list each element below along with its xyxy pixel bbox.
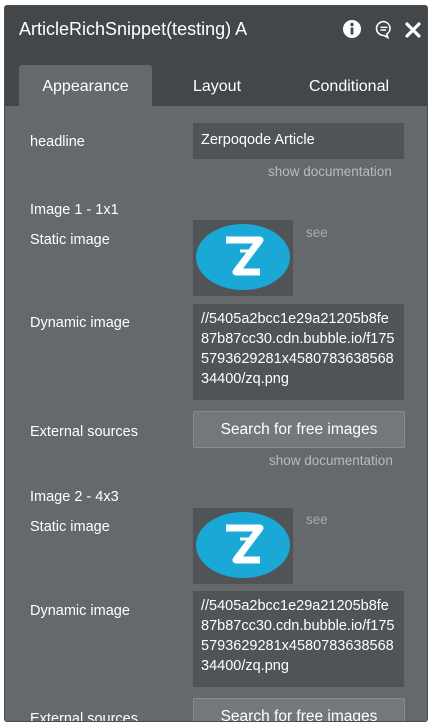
tab-conditional[interactable]: Conditional xyxy=(290,65,408,106)
image2-see-link[interactable]: see xyxy=(306,512,328,527)
image1-see-link[interactable]: see xyxy=(306,225,328,240)
comment-icon[interactable] xyxy=(374,19,394,40)
show-documentation-link[interactable]: show documentation xyxy=(269,453,393,468)
image1-external-label: External sources xyxy=(30,424,138,440)
tab-layout[interactable]: Layout xyxy=(167,65,267,106)
image2-static-label: Static image xyxy=(30,519,110,535)
headline-label: headline xyxy=(30,134,85,150)
image2-dynamic-label: Dynamic image xyxy=(30,603,130,619)
tab-appearance[interactable]: Appearance xyxy=(19,65,152,106)
zerpoqode-logo-image xyxy=(196,512,290,578)
image1-section-label: Image 1 - 1x1 xyxy=(30,202,119,218)
zerpoqode-logo-image xyxy=(196,224,290,290)
image1-static-label: Static image xyxy=(30,232,110,248)
show-documentation-link[interactable]: show documentation xyxy=(268,164,392,179)
image2-dynamic-input[interactable]: //5405a2bcc1e29a21205b8fe87b87cc30.cdn.b… xyxy=(193,591,404,687)
image1-dynamic-label: Dynamic image xyxy=(30,315,130,331)
close-icon[interactable] xyxy=(404,21,424,41)
title-bar: ArticleRichSnippet(testing) A xyxy=(5,6,427,56)
image2-static-image[interactable] xyxy=(193,508,293,584)
image2-section-label: Image 2 - 4x3 xyxy=(30,489,119,505)
image2-search-free-images-button[interactable]: Search for free images xyxy=(193,698,405,721)
tab-bar: Appearance Layout Conditional xyxy=(5,56,427,106)
image1-dynamic-input[interactable]: //5405a2bcc1e29a21205b8fe87b87cc30.cdn.b… xyxy=(193,304,404,400)
headline-input[interactable]: Zerpoqode Article xyxy=(193,123,404,159)
image1-static-image[interactable] xyxy=(193,220,293,296)
property-editor-panel: ArticleRichSnippet(testing) A Appearance… xyxy=(4,5,428,722)
image1-search-free-images-button[interactable]: Search for free images xyxy=(193,411,405,448)
info-icon[interactable] xyxy=(342,19,362,39)
element-title: ArticleRichSnippet(testing) A xyxy=(19,19,248,39)
image2-external-label: External sources xyxy=(30,711,138,722)
